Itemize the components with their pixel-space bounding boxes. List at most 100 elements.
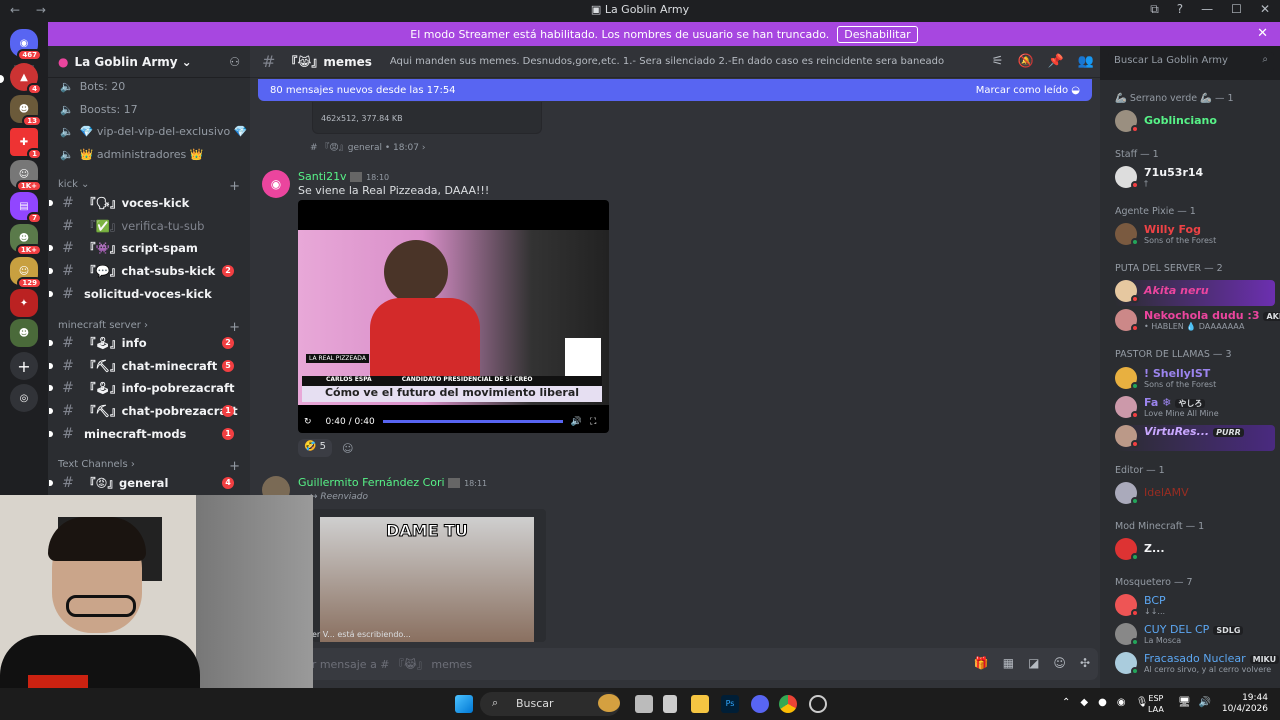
server-icon[interactable]: ☻ 1K+ <box>10 224 42 256</box>
server-header[interactable]: ● La Goblin Army ⌄ ⚇ <box>48 46 250 78</box>
chrome-icon[interactable] <box>779 695 797 713</box>
meme-image[interactable]: DAME TU <box>320 517 534 642</box>
new-messages-bar[interactable]: 80 mensajes nuevos desde las 17:54 Marca… <box>258 79 1092 101</box>
username[interactable]: Guillermito Fernández Cori 18:11 <box>298 476 487 489</box>
start-icon[interactable] <box>455 695 473 713</box>
help-icon[interactable]: ? <box>1177 2 1183 17</box>
server-icon[interactable]: ✦ <box>10 289 38 317</box>
channel-general[interactable]: # 『😡』general 4 <box>49 472 242 494</box>
member-item[interactable]: Akita neru <box>1115 280 1275 306</box>
server-icon[interactable]: ☻ 13 <box>10 95 42 127</box>
server-icon[interactable]: ▲ 4 <box>10 63 42 95</box>
language-indicator[interactable]: ESP LAA <box>1148 693 1164 715</box>
member-item[interactable]: Fa ❄ やしろ Love Mine All Mine <box>1115 396 1275 422</box>
member-name: IdelAMV <box>1144 486 1189 499</box>
avatar[interactable]: ◉ <box>262 170 290 198</box>
member-item[interactable]: VirtuRes... PURR <box>1115 425 1275 451</box>
explorer-icon[interactable] <box>691 695 709 713</box>
mic-icon[interactable]: 🎙 <box>1136 697 1149 708</box>
replay-icon[interactable]: ↻ <box>304 417 312 427</box>
tray-icon[interactable]: ◆ <box>1080 697 1088 708</box>
channel-topic[interactable]: Aqui manden sus memes. Desnudos,gore,etc… <box>390 56 944 67</box>
channel-verifica-tu-sub[interactable]: # 『✅』verifica-tu-sub <box>52 215 242 237</box>
channel-info-pobrezacraft[interactable]: # 『🕹』info-pobrezacraft <box>49 377 242 399</box>
tray-icon[interactable]: ● <box>1098 697 1107 708</box>
channel-voces-kick[interactable]: # 『🗣』voces-kick <box>49 192 242 214</box>
minimize-button[interactable]: — <box>1201 2 1213 17</box>
member-item[interactable]: Nekochola dudu :3AKEF • HABLEN 💧 DAAAAAAA <box>1115 309 1280 335</box>
task-view-icon[interactable] <box>635 695 653 713</box>
member-item[interactable]: ! ShellyIST Sons of the Forest <box>1115 367 1275 393</box>
member-item[interactable]: Willy Fog Sons of the Forest <box>1115 223 1275 249</box>
server-icon[interactable]: ☺ 129 <box>10 257 42 289</box>
timestamp: 18:11 <box>464 479 488 488</box>
lower-third-title: CANDIDATO PRESIDENCIAL DE SÍ CREO <box>401 376 533 383</box>
clock[interactable]: 19:44 10/4/2026 <box>1222 693 1268 715</box>
member-item[interactable]: BCP ↓↓... <box>1115 594 1275 620</box>
category-text-channels[interactable]: Text Channels › + <box>58 459 240 474</box>
threads-icon[interactable]: ⚟ <box>992 54 1004 69</box>
channel-chat-subs-kick[interactable]: # 『💬』chat-subs-kick 2 <box>49 260 242 282</box>
pin-icon[interactable]: 📌 <box>1048 54 1064 69</box>
member-item[interactable]: 71u53r14 † <box>1115 166 1275 192</box>
gift-icon[interactable]: 🎁 <box>974 656 989 670</box>
server-search[interactable]: Buscar La Goblin Army ⌕ <box>1108 52 1274 72</box>
add-reaction-icon[interactable]: ☺ <box>342 442 353 455</box>
member-item[interactable]: Goblinciano <box>1115 110 1275 136</box>
tray-icon[interactable]: ◉ <box>1117 697 1126 708</box>
channel-script-spam[interactable]: # 『👾』script-spam <box>49 237 242 259</box>
volume-icon[interactable]: 🔊 <box>1199 697 1211 708</box>
category-kick[interactable]: kick ⌄ + <box>58 179 240 194</box>
network-icon[interactable]: 🖥 <box>1178 697 1191 708</box>
twitch-icon[interactable]: ▤ 7 <box>10 192 42 224</box>
fullscreen-icon[interactable]: ⛶ <box>590 417 596 427</box>
app-icon[interactable] <box>809 695 827 713</box>
add-person-icon[interactable]: ⚇ <box>229 55 240 69</box>
username[interactable]: Santi21v 18:10 <box>298 170 389 183</box>
video-player[interactable]: LA REAL PIZZEADA CARLOS ESPÁ CANDIDATO P… <box>298 200 609 433</box>
forward-source[interactable]: # 『😡』general • 18:07 › <box>310 140 425 153</box>
widget-icon[interactable] <box>598 694 620 712</box>
channel-solicitud-voces-kick[interactable]: # solicitud-voces-kick <box>49 283 242 305</box>
maximize-button[interactable]: ☐ <box>1231 2 1242 17</box>
volume-icon[interactable]: 🔊 <box>571 417 582 427</box>
member-item[interactable]: Fracasado Nuclear MIKU Al cerro sirvo, y a… <box>1115 652 1280 678</box>
sticker-icon[interactable]: ◪ <box>1028 656 1039 670</box>
reaction[interactable]: 🤣 5 <box>298 439 333 457</box>
mute-bell-icon[interactable]: 🔕 <box>1017 54 1033 69</box>
close-icon[interactable]: ✕ <box>1257 26 1268 41</box>
channel-minecraft-mods[interactable]: # minecraft-mods 1 <box>49 423 242 445</box>
channel-chat-minecraft[interactable]: # 『⛏』chat-minecraft 5 <box>49 355 242 377</box>
member-tag: やしろ <box>1175 399 1206 408</box>
message-input[interactable]: iar mensaje a # 『😹』 memes 🎁 ▦ ◪ ☺ ✣ <box>262 648 1098 680</box>
gif-icon[interactable]: ▦ <box>1003 656 1014 670</box>
server-icon[interactable]: ☺ 1K+ <box>10 160 42 192</box>
unread-badge: 4 <box>222 477 234 489</box>
category-minecraft-server[interactable]: minecraft server › + <box>58 320 240 335</box>
discover-icon[interactable]: ◎ <box>10 384 38 412</box>
inbox-icon[interactable]: ⧉ <box>1150 2 1159 17</box>
member-item[interactable]: CUY DEL CP SDLG La Mosca <box>1115 623 1275 649</box>
home-button[interactable]: ◉ 467 <box>10 29 42 61</box>
member-status: • HABLEN 💧 DAAAAAAA <box>1144 322 1245 331</box>
channel-chat-pobrezacraft[interactable]: # 『⛏』chat-pobrezacraft 1 <box>49 400 242 422</box>
speaker-icon: 🔈 <box>60 80 74 93</box>
hash-icon: # <box>62 286 74 302</box>
server-icon[interactable]: ☻ <box>10 319 38 347</box>
discord-icon[interactable] <box>751 695 769 713</box>
apps-icon[interactable]: ✣ <box>1080 656 1090 670</box>
add-server-icon[interactable]: + <box>10 352 38 380</box>
member-item[interactable]: Z... <box>1115 538 1275 564</box>
close-button[interactable]: ✕ <box>1260 2 1270 17</box>
app-icon[interactable] <box>663 695 677 713</box>
progress-bar[interactable] <box>382 420 563 423</box>
member-item[interactable]: IdelAMV <box>1115 482 1275 508</box>
server-icon[interactable]: ✚ 1 <box>10 128 42 160</box>
photoshop-icon[interactable]: Ps <box>721 695 739 713</box>
mark-read-button[interactable]: Marcar como leído ◒ <box>976 85 1080 96</box>
channel-info[interactable]: # 『🕹』info 2 <box>49 332 242 354</box>
disable-button[interactable]: Deshabilitar <box>837 25 918 43</box>
members-icon[interactable]: 👥 <box>1078 54 1094 69</box>
chevron-up-icon[interactable]: ⌃ <box>1062 697 1070 708</box>
emoji-icon[interactable]: ☺ <box>1053 656 1066 670</box>
